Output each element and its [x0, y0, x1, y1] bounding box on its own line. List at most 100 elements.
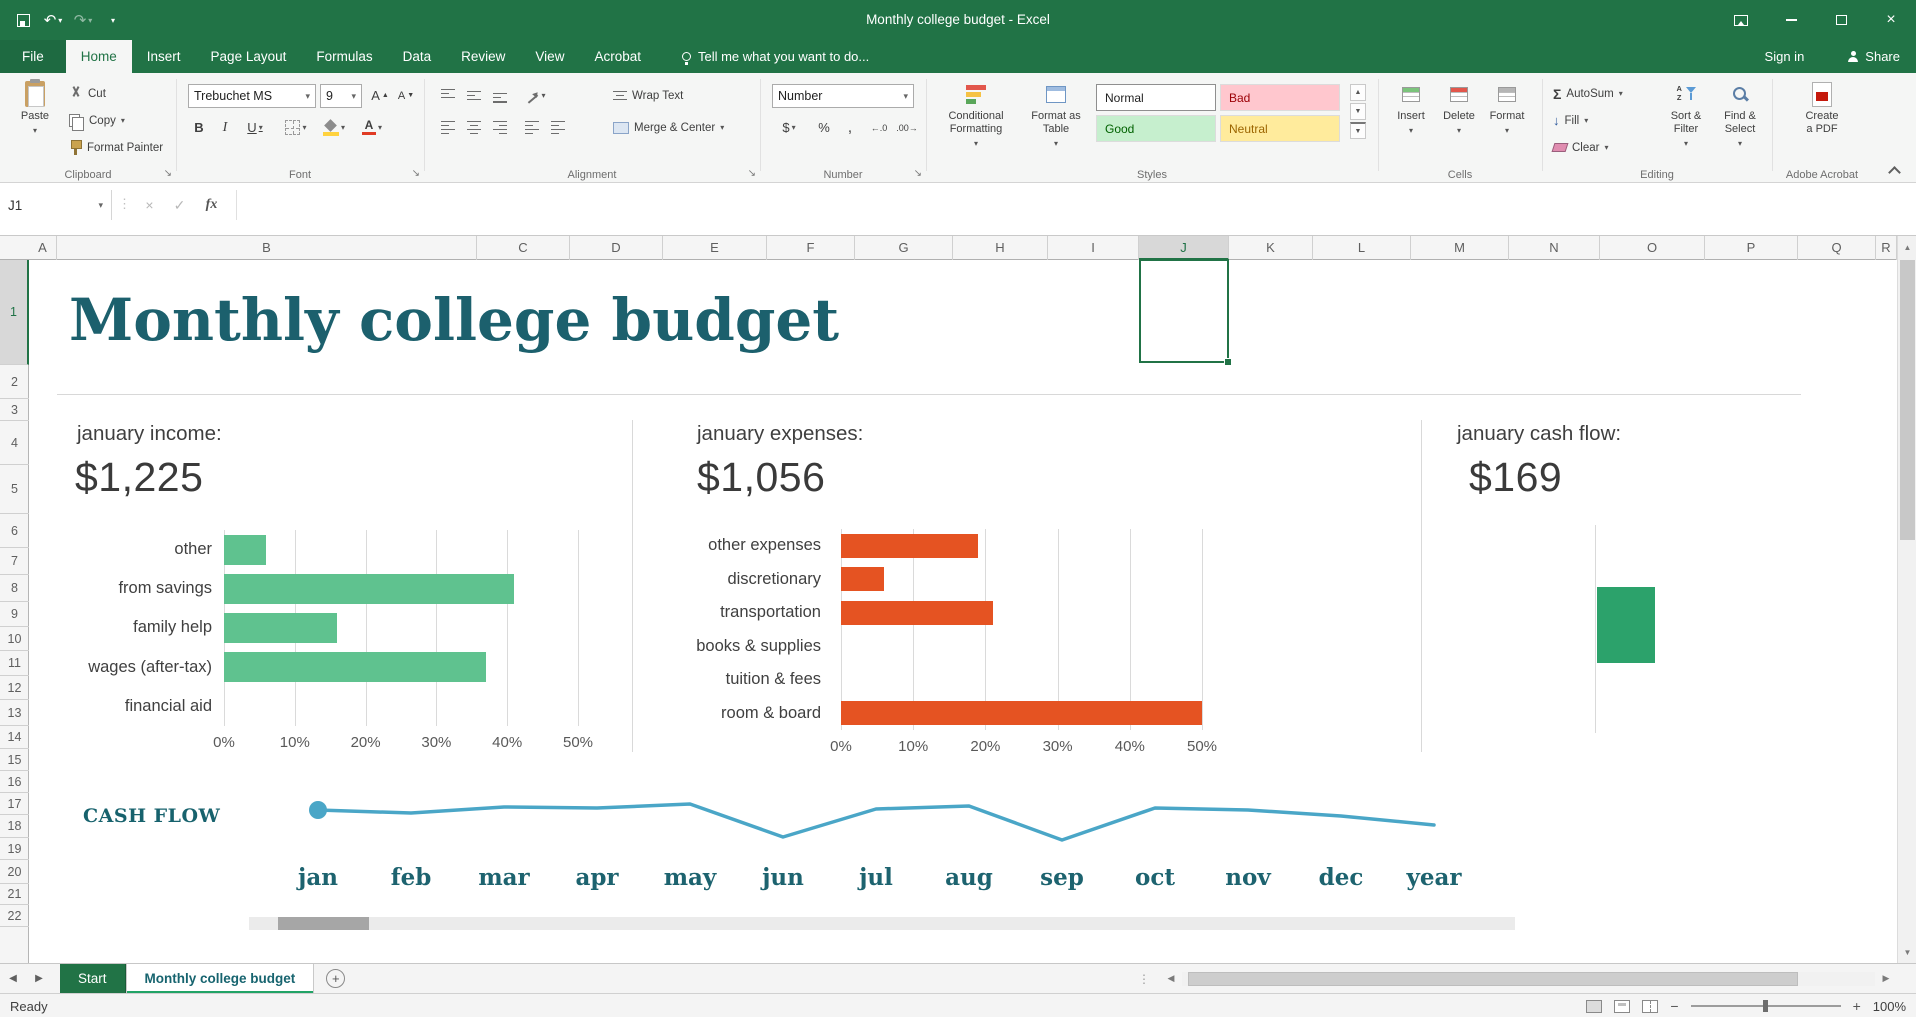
sign-in-link[interactable]: Sign in — [1765, 49, 1805, 64]
scroll-left-button[interactable]: ◀ — [1160, 973, 1182, 984]
horizontal-scrollbar-track[interactable] — [1182, 972, 1875, 986]
row-header-13[interactable]: 13 — [0, 700, 29, 726]
column-header-p[interactable]: P — [1705, 236, 1798, 260]
ribbon-tab-home[interactable]: Home — [66, 40, 132, 73]
formula-bar-handle[interactable]: ⋮ — [118, 196, 131, 212]
scroll-right-button[interactable]: ▶ — [1875, 973, 1897, 984]
ribbon-tab-insert[interactable]: Insert — [132, 40, 196, 73]
italic-button[interactable]: I — [214, 116, 236, 139]
font-dialog-launcher[interactable]: ↘ — [412, 168, 420, 179]
row-header-1[interactable]: 1 — [0, 260, 29, 365]
column-header-j[interactable]: J — [1139, 236, 1229, 260]
fill-handle[interactable] — [1224, 358, 1232, 366]
number-dialog-launcher[interactable]: ↘ — [914, 168, 922, 179]
gallery-scroll-up-button[interactable]: ▲ — [1350, 84, 1366, 101]
column-header-c[interactable]: C — [477, 236, 570, 260]
chart-scrollbar[interactable] — [249, 917, 1515, 930]
sheet-tab-monthly-college-budget[interactable]: Monthly college budget — [126, 964, 315, 994]
row-header-4[interactable]: 4 — [0, 421, 29, 465]
ribbon-tab-formulas[interactable]: Formulas — [301, 40, 387, 73]
comma-style-button[interactable]: , — [840, 116, 860, 139]
column-header-f[interactable]: F — [767, 236, 855, 260]
column-header-g[interactable]: G — [855, 236, 953, 260]
cell-style-normal[interactable]: Normal — [1096, 84, 1216, 111]
grow-font-button[interactable]: A▲ — [368, 84, 392, 107]
delete-cells-button[interactable]: Delete ▾ — [1436, 78, 1482, 137]
wrap-text-button[interactable]: Wrap Text — [610, 84, 686, 107]
row-header-17[interactable]: 17 — [0, 793, 29, 815]
alignment-dialog-launcher[interactable]: ↘ — [748, 168, 756, 179]
row-header-11[interactable]: 11 — [0, 651, 29, 676]
orientation-button[interactable]: ▾ — [520, 84, 552, 107]
vertical-scrollbar-thumb[interactable] — [1900, 260, 1915, 540]
vertical-scrollbar[interactable]: ▲ ▼ — [1897, 236, 1916, 963]
chart-scrollbar-thumb[interactable] — [278, 917, 369, 930]
column-header-b[interactable]: B — [57, 236, 477, 260]
ribbon-tab-view[interactable]: View — [520, 40, 579, 73]
row-header-12[interactable]: 12 — [0, 676, 29, 700]
gallery-scroll-down-button[interactable]: ▼ — [1350, 103, 1366, 120]
minimize-button[interactable] — [1766, 0, 1816, 40]
formula-input[interactable] — [236, 190, 1908, 220]
tell-me-box[interactable]: Tell me what you want to do... — [682, 40, 869, 73]
autosum-button[interactable]: ΣAutoSum▾ — [1550, 82, 1626, 105]
bottom-align-button[interactable] — [488, 84, 512, 107]
horizontal-scrollbar-thumb[interactable] — [1188, 972, 1798, 986]
column-header-n[interactable]: N — [1509, 236, 1600, 260]
column-header-q[interactable]: Q — [1798, 236, 1876, 260]
scroll-up-button[interactable]: ▲ — [1898, 236, 1916, 258]
sheet-tab-start[interactable]: Start — [60, 964, 126, 994]
percent-style-button[interactable]: % — [812, 116, 836, 139]
enter-button[interactable]: ✓ — [166, 190, 193, 220]
row-header-5[interactable]: 5 — [0, 465, 29, 514]
column-header-k[interactable]: K — [1229, 236, 1313, 260]
top-align-button[interactable] — [436, 84, 460, 107]
format-cells-button[interactable]: Format ▾ — [1484, 78, 1530, 137]
column-header-a[interactable]: A — [29, 236, 57, 260]
column-header-o[interactable]: O — [1600, 236, 1705, 260]
cell-style-good[interactable]: Good — [1096, 115, 1216, 142]
copy-button[interactable]: Copy▾ — [66, 109, 128, 132]
column-header-h[interactable]: H — [953, 236, 1048, 260]
insert-function-button[interactable]: fx — [198, 190, 225, 220]
row-header-9[interactable]: 9 — [0, 602, 29, 627]
shrink-font-button[interactable]: A▼ — [394, 84, 418, 107]
row-header-14[interactable]: 14 — [0, 726, 29, 749]
column-header-d[interactable]: D — [570, 236, 663, 260]
new-sheet-button[interactable]: + — [326, 969, 345, 988]
format-as-table-button[interactable]: Format as Table ▾ — [1020, 78, 1092, 150]
borders-button[interactable]: ▾ — [280, 116, 312, 139]
worksheet[interactable]: Monthly college budget january income: $… — [29, 260, 1897, 963]
row-header-7[interactable]: 7 — [0, 548, 29, 575]
align-left-button[interactable] — [436, 116, 460, 139]
row-header-6[interactable]: 6 — [0, 514, 29, 548]
ribbon-tab-acrobat[interactable]: Acrobat — [579, 40, 656, 73]
gallery-more-button[interactable]: ▼ — [1350, 122, 1366, 139]
ribbon-tab-data[interactable]: Data — [388, 40, 447, 73]
next-sheet-button[interactable]: ▶ — [26, 973, 52, 984]
cut-button[interactable]: Cut — [66, 82, 109, 105]
cancel-button[interactable]: × — [136, 190, 163, 220]
normal-view-button[interactable] — [1586, 1000, 1602, 1013]
zoom-out-button[interactable]: − — [1670, 998, 1678, 1014]
close-button[interactable]: × — [1866, 0, 1916, 40]
column-header-l[interactable]: L — [1313, 236, 1411, 260]
merge-center-button[interactable]: Merge & Center▾ — [610, 116, 727, 139]
find-select-button[interactable]: Find & Select ▾ — [1714, 78, 1766, 150]
row-header-15[interactable]: 15 — [0, 749, 29, 771]
paste-button[interactable]: Paste ▾ — [8, 78, 62, 137]
page-break-view-button[interactable] — [1642, 1000, 1658, 1013]
ribbon-display-options-button[interactable] — [1716, 0, 1766, 40]
collapse-ribbon-button[interactable] — [1888, 166, 1901, 179]
tab-file[interactable]: File — [0, 40, 66, 73]
clear-button[interactable]: Clear▾ — [1550, 136, 1612, 159]
insert-cells-button[interactable]: Insert ▾ — [1388, 78, 1434, 137]
horizontal-scrollbar[interactable]: ◀ ▶ — [1160, 964, 1897, 993]
format-painter-button[interactable]: Format Painter — [66, 136, 166, 159]
zoom-in-button[interactable]: + — [1853, 998, 1861, 1014]
align-center-button[interactable] — [462, 116, 486, 139]
conditional-formatting-button[interactable]: Conditional Formatting ▾ — [938, 78, 1014, 150]
selected-cell-J1[interactable] — [1139, 259, 1229, 363]
zoom-slider[interactable] — [1691, 1005, 1841, 1007]
previous-sheet-button[interactable]: ◀ — [0, 973, 26, 984]
